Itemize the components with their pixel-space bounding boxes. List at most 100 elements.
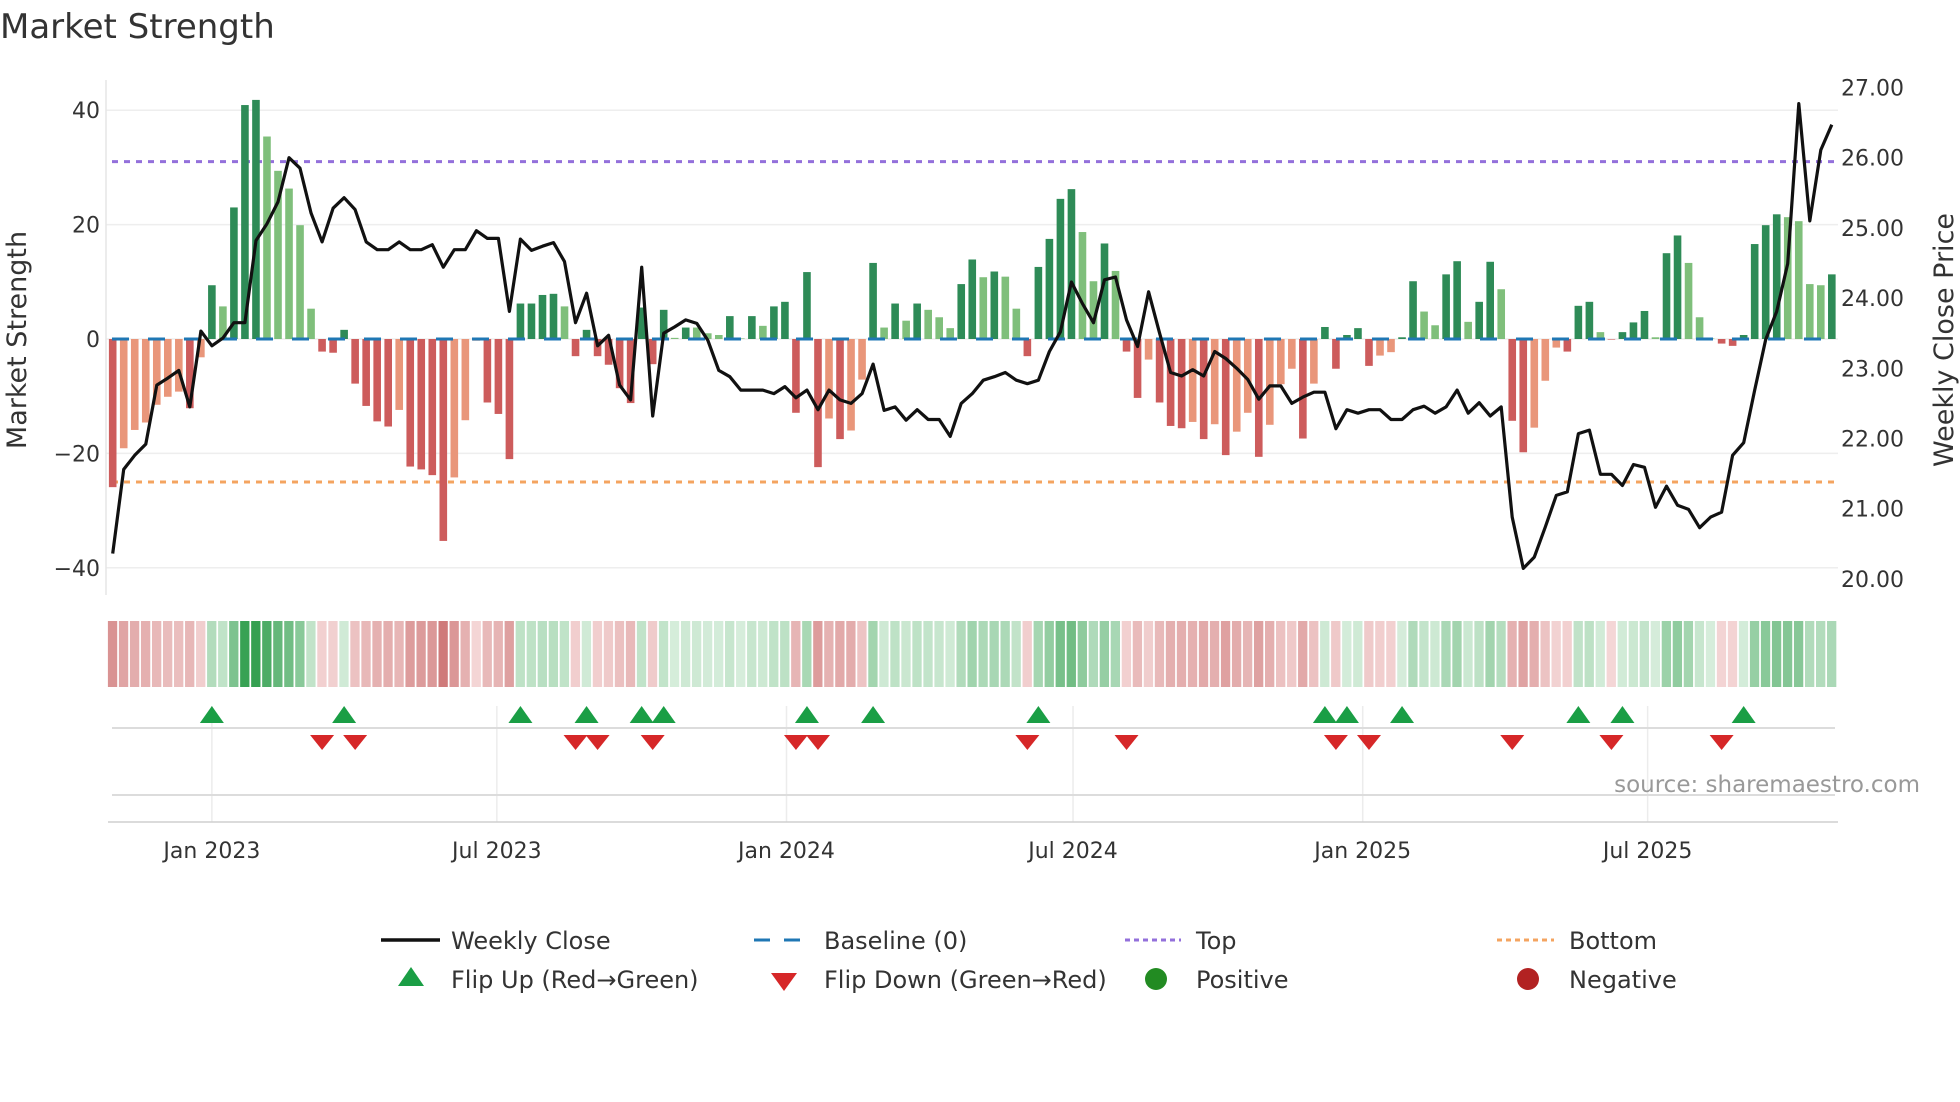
positive-bar	[681, 327, 690, 339]
positive-bar	[1475, 301, 1483, 339]
strip-cell	[163, 621, 173, 687]
positive-bar	[891, 303, 899, 339]
negative-bar	[505, 339, 514, 460]
legend-label: Flip Up (Red→Green)	[451, 966, 699, 994]
positive-bar	[1684, 262, 1693, 339]
strip-cell	[1540, 621, 1550, 687]
negative-bar	[571, 339, 580, 357]
positive-bar	[781, 301, 789, 339]
strip-cell	[1518, 621, 1528, 687]
flip-down-marker	[1356, 735, 1381, 750]
negative-bar	[483, 339, 492, 403]
triangle-down-icon	[771, 973, 797, 991]
negative-bar	[1541, 339, 1550, 381]
positive-bar	[1034, 266, 1043, 339]
positive-bar	[902, 320, 910, 339]
strip-cell	[802, 621, 812, 687]
positive-bar	[880, 327, 888, 339]
strip-cell	[1000, 621, 1010, 687]
positive-bar	[803, 272, 811, 339]
strip-cell	[482, 621, 492, 687]
positive-bar	[1442, 274, 1450, 339]
strip-cell	[317, 621, 327, 687]
legend-item-negative: Negative	[1517, 966, 1677, 994]
flip-up-marker	[651, 706, 676, 723]
legend-item-baseline: Baseline (0)	[754, 927, 967, 955]
strip-cell	[1639, 621, 1649, 687]
strip-cell	[1342, 621, 1352, 687]
left-y-tick-label: −40	[54, 557, 100, 582]
strip-cell	[1309, 621, 1319, 687]
strip-cell	[1827, 621, 1837, 687]
negative-bar	[1717, 339, 1726, 344]
flip-up-marker	[629, 706, 654, 723]
positive-bar	[1045, 238, 1054, 339]
positive-bar	[759, 325, 767, 339]
positive-bar	[1574, 305, 1583, 339]
strip-cell	[107, 621, 118, 687]
strip-cell	[1793, 621, 1804, 687]
positive-bar	[516, 303, 525, 339]
strip-cell	[1562, 621, 1572, 687]
left-y-tick-label: −20	[54, 442, 100, 467]
left-y-tick-label: 40	[72, 99, 100, 124]
negative-bar	[1376, 339, 1384, 356]
positive-bar	[1640, 310, 1649, 339]
strip-cell	[1276, 621, 1286, 687]
positive-bar	[1629, 322, 1638, 339]
market-strength-chart: Market Strength 40 20 0 −20 −40 27.00 26.00 25…	[0, 7, 1960, 994]
legend-item-top: Top	[1125, 927, 1237, 955]
legend-label: Bottom	[1569, 927, 1657, 955]
flip-up-marker	[1566, 706, 1591, 723]
negative-bar	[461, 339, 470, 421]
flip-up-marker	[1390, 706, 1415, 723]
negative-bar	[1144, 339, 1153, 360]
flip-down-marker	[585, 735, 610, 750]
positive-bar	[538, 294, 547, 339]
strip-cell	[251, 621, 261, 687]
negative-bar	[1177, 339, 1186, 429]
strip-cell	[273, 621, 283, 687]
strip-cell	[1011, 621, 1021, 687]
strip-cell	[868, 621, 878, 687]
strip-cell	[857, 621, 867, 687]
positive-bar	[296, 225, 304, 339]
strip-cell	[449, 621, 459, 687]
strip-cell	[1253, 621, 1264, 687]
positive-bar	[1817, 285, 1825, 339]
negative-bar	[1332, 339, 1340, 369]
strip-cell	[1584, 621, 1594, 687]
strip-cell	[1397, 621, 1407, 687]
strip-cell	[1176, 621, 1187, 687]
strip-cell	[978, 621, 988, 687]
strip-cell	[1782, 621, 1793, 687]
negative-bar	[494, 339, 503, 414]
strip-cell	[1804, 621, 1815, 687]
strip-cell	[1165, 621, 1176, 687]
negative-bar	[1288, 339, 1296, 369]
strip-cell	[835, 621, 845, 687]
strip-cell	[438, 621, 448, 687]
strip-cell	[813, 621, 823, 687]
strip-cell	[680, 621, 691, 687]
strip-cell	[1628, 621, 1638, 687]
x-tick-label: Jul 2025	[1601, 839, 1693, 864]
strip-cell	[559, 621, 570, 687]
right-y-tick-label: 24.00	[1841, 287, 1904, 312]
strip-cell	[383, 621, 393, 687]
triangle-up-icon	[398, 967, 424, 986]
strip-cell	[361, 621, 371, 687]
flip-down-marker	[805, 735, 830, 750]
strip-cell	[328, 621, 338, 687]
negative-bar	[792, 339, 800, 413]
flip-down-marker	[783, 735, 808, 750]
strip-cell	[1022, 621, 1032, 687]
negative-bar	[1563, 339, 1572, 352]
strip-cell	[1441, 621, 1451, 687]
positive-bar	[549, 293, 558, 339]
strip-cell	[934, 621, 944, 687]
negative-bar	[1365, 339, 1373, 366]
strip-cell	[725, 621, 735, 687]
positive-bar	[913, 303, 921, 339]
positive-bar	[1067, 189, 1076, 339]
